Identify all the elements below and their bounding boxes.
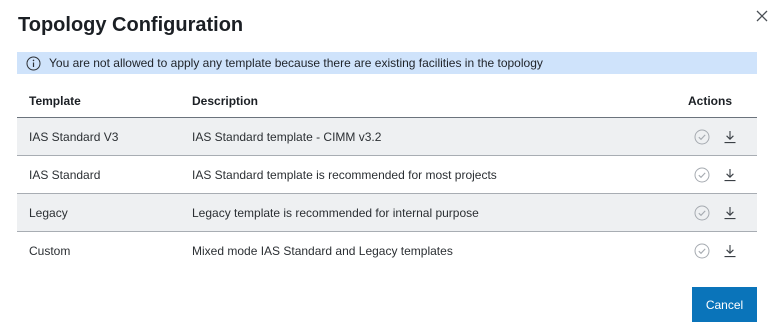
table-row: Custom Mixed mode IAS Standard and Legac… — [17, 232, 757, 270]
row-description: IAS Standard template - CIMM v3.2 — [192, 129, 382, 144]
close-icon[interactable] — [752, 6, 772, 26]
apply-check-icon[interactable] — [694, 118, 710, 155]
table-row: Legacy Legacy template is recommended fo… — [17, 194, 757, 232]
download-icon[interactable] — [723, 118, 737, 155]
row-template: Legacy — [29, 205, 68, 220]
row-description: IAS Standard template is recommended for… — [192, 167, 497, 182]
download-icon[interactable] — [723, 232, 737, 270]
header-actions: Actions — [688, 93, 733, 108]
table-row: IAS Standard V3 IAS Standard template - … — [17, 118, 757, 156]
table-header: Template Description Actions — [17, 84, 757, 118]
table-row: IAS Standard IAS Standard template is re… — [17, 156, 757, 194]
row-description: Legacy template is recommended for inter… — [192, 205, 479, 220]
header-template: Template — [29, 93, 81, 108]
download-icon[interactable] — [723, 156, 737, 193]
apply-check-icon[interactable] — [694, 232, 710, 270]
page-title: Topology Configuration — [18, 14, 244, 36]
apply-check-icon[interactable] — [694, 194, 710, 231]
info-icon — [26, 56, 41, 71]
row-template: IAS Standard V3 — [29, 129, 119, 144]
row-template: Custom — [29, 244, 71, 258]
info-banner: You are not allowed to apply any templat… — [17, 52, 757, 74]
banner-message: You are not allowed to apply any templat… — [49, 56, 543, 70]
row-description: Mixed mode IAS Standard and Legacy templ… — [192, 244, 453, 258]
apply-check-icon[interactable] — [694, 156, 710, 193]
download-icon[interactable] — [723, 194, 737, 231]
cancel-button[interactable]: Cancel — [692, 287, 757, 322]
header-description: Description — [192, 93, 259, 108]
row-template: IAS Standard — [29, 167, 101, 182]
